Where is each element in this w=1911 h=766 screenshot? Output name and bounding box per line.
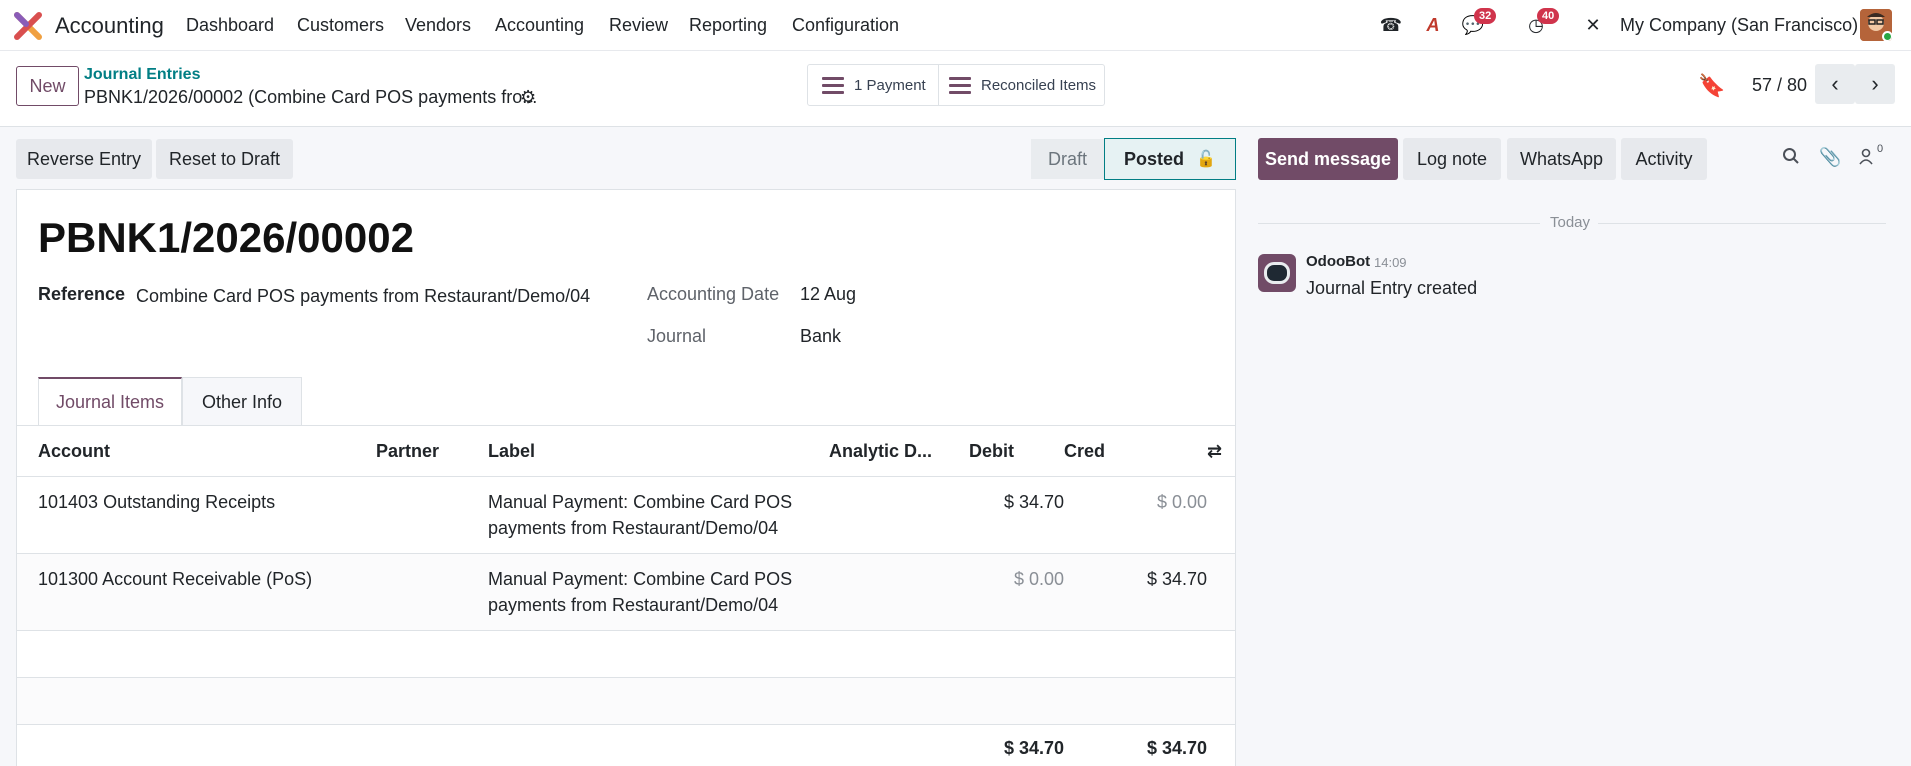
new-button[interactable]: New [16,66,79,106]
menu-reporting[interactable]: Reporting [689,15,767,36]
tools-icon[interactable]: ✕ [1580,12,1606,38]
menu-accounting[interactable]: Accounting [495,15,584,36]
pager-next-button[interactable]: › [1855,64,1895,104]
table-row[interactable]: 101403 Outstanding Receipts Manual Payme… [17,476,1235,554]
pager-previous-button[interactable]: ‹ [1815,64,1855,104]
user-avatar[interactable] [1860,9,1892,41]
row-debit: $ 34.70 [969,476,1064,554]
status-posted-label: Posted [1124,148,1185,169]
smart-button-reconciled[interactable]: Reconciled Items [938,64,1105,106]
messages-badge: 32 [1474,8,1497,24]
odoobot-avatar[interactable] [1258,254,1296,292]
breadcrumb-journal-entries[interactable]: Journal Entries [84,66,200,84]
entry-name: PBNK1/2026/00002 [38,214,414,261]
unlock-icon[interactable]: 🔓 [1196,149,1216,169]
row-credit: $ 34.70 [1064,553,1207,631]
empty-row [17,630,1235,678]
row-account: 101300 Account Receivable (PoS) [38,553,376,631]
menu-vendors[interactable]: Vendors [405,15,471,36]
app-name[interactable]: Accounting [55,13,164,39]
followers-icon[interactable]: 0 [1857,143,1883,170]
smart-reconciled-label: Reconciled Items [981,76,1097,94]
accounting-date-field[interactable]: 12 Aug [800,284,856,305]
send-message-button[interactable]: Send message [1258,138,1398,180]
row-label: Manual Payment: Combine Card POS payment… [488,476,829,554]
column-label[interactable]: Label [488,425,829,477]
journal-label: Journal [647,326,707,346]
log-note-button[interactable]: Log note [1403,138,1501,180]
row-credit: $ 0.00 [1064,476,1207,554]
followers-count: 0 [1877,143,1884,155]
column-analytic[interactable]: Analytic D... [829,425,969,477]
top-navbar: Accounting Dashboard Customers Vendors A… [0,0,1911,51]
ai-icon[interactable]: A [1420,12,1446,38]
status-draft[interactable]: Draft [1031,139,1104,179]
activity-button[interactable]: Activity [1621,138,1707,180]
today-separator: Today [1550,214,1591,231]
menu-configuration[interactable]: Configuration [792,15,899,36]
row-analytic [829,476,969,554]
company-switcher[interactable]: My Company (San Francisco) [1620,15,1858,36]
message-author[interactable]: OdooBot [1306,253,1370,270]
list-icon [822,73,844,98]
search-icon[interactable] [1782,147,1800,170]
column-account[interactable]: Account [38,425,376,477]
smart-payment-label: 1 Payment [854,76,926,94]
table-header-row: Account Partner Label Analytic D... Debi… [17,425,1235,477]
empty-row [17,677,1235,725]
control-panel: New Journal Entries PBNK1/2026/00002 (Co… [0,51,1911,127]
row-label: Manual Payment: Combine Card POS payment… [488,553,829,631]
list-icon [949,73,971,98]
breadcrumb-current: PBNK1/2026/00002 (Combine Card POS payme… [84,87,538,107]
column-debit[interactable]: Debit [969,425,1064,477]
totals-row: $ 34.70 $ 34.70 [17,724,1235,766]
tab-journal-items[interactable]: Journal Items [38,377,182,426]
divider [1258,223,1540,224]
message-time: 14:09 [1374,255,1407,270]
whatsapp-button[interactable]: WhatsApp [1507,138,1616,180]
bookmark-icon[interactable]: 🔖 [1698,73,1725,99]
activities-badge: 40 [1537,8,1560,24]
clock-icon[interactable]: ◷ 40 [1523,8,1560,38]
chat-icon[interactable]: 💬 32 [1460,8,1497,38]
journal-field[interactable]: Bank [800,326,841,347]
message-body: Journal Entry created [1306,278,1478,298]
journal-items-table: Account Partner Label Analytic D... Debi… [17,425,1235,766]
robot-icon [1264,262,1290,284]
optional-columns-icon[interactable]: ⇄ [1207,425,1235,477]
row-debit: $ 0.00 [969,553,1064,631]
online-status-icon [1882,31,1892,41]
column-partner[interactable]: Partner [376,425,488,477]
status-posted[interactable]: Posted 🔓 [1104,138,1236,180]
pager-value[interactable]: 57 / 80 [1752,75,1807,96]
gear-icon[interactable]: ⚙ [520,87,536,108]
app-logo-icon[interactable] [14,12,42,40]
row-partner [376,476,488,554]
row-analytic [829,553,969,631]
smart-button-payment[interactable]: 1 Payment [807,64,939,106]
divider [1598,223,1886,224]
menu-customers[interactable]: Customers [297,15,384,36]
menu-review[interactable]: Review [609,15,668,36]
reference-label: Reference [38,284,126,304]
tab-other-info[interactable]: Other Info [182,377,302,426]
attachment-icon[interactable]: 📎 [1819,147,1841,168]
row-partner [376,553,488,631]
total-debit: $ 34.70 [969,724,1064,766]
reverse-entry-button[interactable]: Reverse Entry [16,139,152,179]
table-row[interactable]: 101300 Account Receivable (PoS) Manual P… [17,553,1235,631]
reset-to-draft-button[interactable]: Reset to Draft [156,139,293,179]
row-account: 101403 Outstanding Receipts [38,476,376,554]
total-credit: $ 34.70 [1064,724,1207,766]
accounting-date-label: Accounting Date [647,284,780,304]
phone-icon[interactable]: ☎ [1378,12,1404,38]
reference-field[interactable]: Combine Card POS payments from Restauran… [136,286,590,307]
column-credit[interactable]: Cred [1064,425,1207,477]
menu-dashboard[interactable]: Dashboard [186,15,274,36]
form-sheet: PBNK1/2026/00002 Reference Combine Card … [16,189,1236,766]
